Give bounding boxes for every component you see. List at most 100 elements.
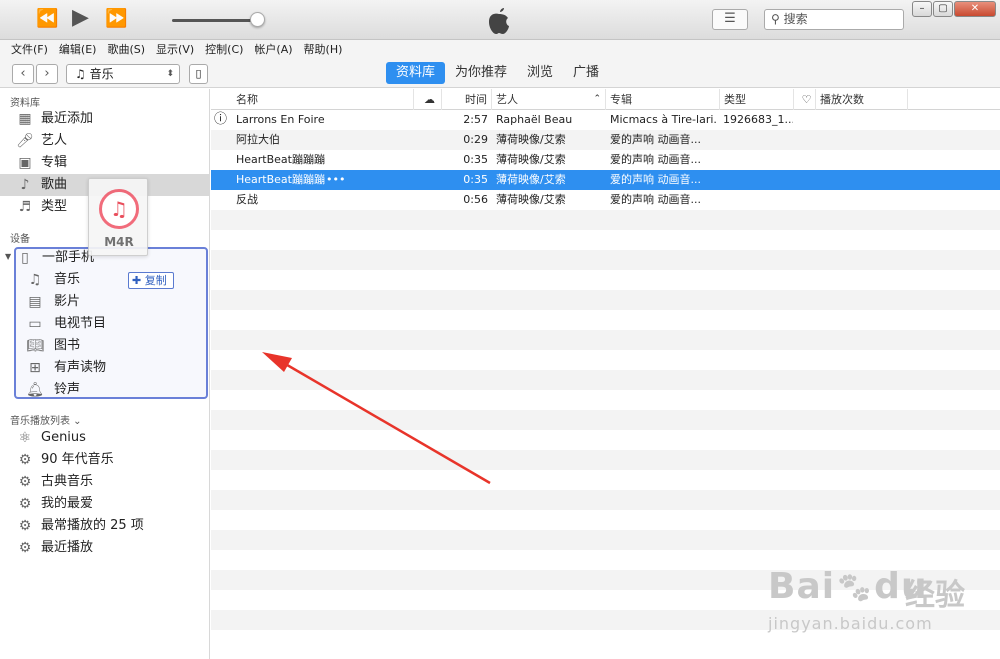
device-item-movies[interactable]: ▤ 影片 xyxy=(16,291,206,313)
search-input[interactable]: ⚲ 搜索 xyxy=(764,9,904,30)
sidebar-item-albums[interactable]: ▣ 专辑 xyxy=(0,152,209,174)
nav-bar: ‹ › ♫ 音乐 ⬍ ▯ 资料库 为你推荐 浏览 广播 xyxy=(0,60,1000,88)
apple-logo-icon xyxy=(489,8,509,34)
device-drop-highlight: ▯ 一部手机 ♫ 音乐 ▤ 影片 ▭ 电视节目 📖︎ 图书 ⊞ 有声读物 🔔︎ … xyxy=(14,247,208,399)
col-time[interactable]: 时间 xyxy=(442,89,492,110)
empty-row xyxy=(211,490,1000,510)
table-row[interactable]: ⓘ Larrons En Foire 2:57 Raphaël Beau Mic… xyxy=(211,110,1000,130)
empty-row xyxy=(211,250,1000,270)
plus-icon: ✚ xyxy=(132,274,142,287)
playlists-section-title[interactable]: 音乐播放列表 ⌄ xyxy=(10,412,82,427)
more-options-icon[interactable]: ••• xyxy=(326,170,346,190)
paw-icon: 🐾︎ xyxy=(835,571,875,606)
device-item-music[interactable]: ♫ 音乐 xyxy=(16,269,206,291)
baidu-jingyan-watermark: Bai🐾︎du 经验 jingyan.baidu.com xyxy=(768,566,965,633)
copy-badge: ✚ 复制 xyxy=(128,272,174,289)
back-button[interactable]: ‹ xyxy=(12,64,34,84)
sidebar-item-recent[interactable]: ▦ 最近添加 xyxy=(0,108,209,130)
sidebar-item-artists[interactable]: 🎤︎ 艺人 xyxy=(0,130,209,152)
col-artist[interactable]: 艺人 ⌃ xyxy=(492,89,606,110)
empty-row xyxy=(211,270,1000,290)
table-row-selected[interactable]: HeartBeat蹦蹦蹦 ••• 0:35 薄荷映像/艾索 爱的声响 动画音..… xyxy=(211,170,1000,190)
volume-knob[interactable] xyxy=(250,12,265,27)
device-item-ringtones[interactable]: 🔔︎ 铃声 xyxy=(16,379,206,401)
tv-icon: ▭ xyxy=(28,316,42,332)
table-header: 名称 ☁ 时间 艺人 ⌃ 专辑 类型 ♡ 播放次数 xyxy=(211,89,1000,110)
menu-view[interactable]: 显示(V) xyxy=(156,40,194,60)
playlist-favorites[interactable]: ⚙ 我的最爱 xyxy=(0,493,209,515)
maximize-button[interactable]: ▢ xyxy=(933,1,953,17)
book-icon: 📖︎ xyxy=(26,338,44,354)
microphone-icon: 🎤︎ xyxy=(16,133,34,149)
empty-row xyxy=(211,350,1000,370)
alert-icon: ⓘ xyxy=(214,112,228,127)
film-icon: ▤ xyxy=(28,294,42,310)
playlist-genius[interactable]: ⚛ Genius xyxy=(0,427,209,449)
sidebar: 资料库 ▦ 最近添加 🎤︎ 艺人 ▣ 专辑 ♪ 歌曲 ♬ 类型 设备 ▯ 一部手… xyxy=(0,89,210,659)
atom-icon: ⚛ xyxy=(18,430,32,446)
music-note-icon: ♫ xyxy=(99,189,139,229)
menu-edit[interactable]: 编辑(E) xyxy=(59,40,97,60)
genre-icon: ♬ xyxy=(18,199,32,215)
tab-browse[interactable]: 浏览 xyxy=(517,62,563,84)
menu-file[interactable]: 文件(F) xyxy=(11,40,48,60)
library-section-title: 资料库 xyxy=(10,98,40,109)
heart-icon[interactable]: ♡ xyxy=(794,89,816,110)
bell-icon: 🔔︎ xyxy=(26,382,44,398)
tab-for-you[interactable]: 为你推荐 xyxy=(445,62,517,84)
gear-icon: ⚙ xyxy=(18,496,32,512)
empty-row xyxy=(211,370,1000,390)
chevron-updown-icon: ⬍ xyxy=(166,69,174,79)
disclosure-triangle-icon[interactable]: ▼ xyxy=(5,252,11,261)
table-row[interactable]: HeartBeat蹦蹦蹦 0:35 薄荷映像/艾索 爱的声响 动画音... xyxy=(211,150,1000,170)
menu-bar: 文件(F) 编辑(E) 歌曲(S) 显示(V) 控制(C) 帐户(A) 帮助(H… xyxy=(0,40,1000,60)
menu-controls[interactable]: 控制(C) xyxy=(205,40,243,60)
audiobook-icon: ⊞ xyxy=(29,360,41,376)
playlist-recently-played[interactable]: ⚙ 最近播放 xyxy=(0,537,209,559)
rewind-icon[interactable]: ⏪ xyxy=(36,8,58,29)
phone-device-button[interactable]: ▯ xyxy=(189,64,208,84)
forward-button[interactable]: › xyxy=(36,64,58,84)
album-icon: ▣ xyxy=(18,155,32,171)
play-icon[interactable]: ▶ xyxy=(72,5,89,30)
playlist-90s[interactable]: ⚙ 90 年代音乐 xyxy=(0,449,209,471)
note-icon: ♪ xyxy=(20,177,30,193)
minimize-button[interactable]: – xyxy=(912,1,932,17)
gear-icon: ⚙ xyxy=(18,518,32,534)
menu-song[interactable]: 歌曲(S) xyxy=(107,40,145,60)
tab-library[interactable]: 资料库 xyxy=(386,62,446,84)
device-item-tv[interactable]: ▭ 电视节目 xyxy=(16,313,206,335)
volume-slider[interactable] xyxy=(172,19,260,22)
playlist-top-25[interactable]: ⚙ 最常播放的 25 项 xyxy=(0,515,209,537)
close-button[interactable]: ✕ xyxy=(954,1,996,17)
device-item-books[interactable]: 📖︎ 图书 xyxy=(16,335,206,357)
empty-row xyxy=(211,430,1000,450)
playlist-classical[interactable]: ⚙ 古典音乐 xyxy=(0,471,209,493)
fast-forward-icon[interactable]: ⏩ xyxy=(105,8,127,29)
media-type-select[interactable]: ♫ 音乐 ⬍ xyxy=(66,64,180,84)
sort-ascending-icon: ⌃ xyxy=(593,94,601,104)
table-row[interactable]: 阿拉大伯 0:29 薄荷映像/艾索 爱的声响 动画音... xyxy=(211,130,1000,150)
library-tabs: 资料库 为你推荐 浏览 广播 xyxy=(386,62,609,84)
col-plays[interactable]: 播放次数 xyxy=(816,89,908,110)
cloud-icon[interactable]: ☁ xyxy=(414,89,442,110)
empty-row xyxy=(211,510,1000,530)
col-kind[interactable]: 类型 xyxy=(720,89,794,110)
menu-help[interactable]: 帮助(H) xyxy=(304,40,343,60)
up-next-button[interactable]: ☰ xyxy=(712,9,748,30)
note-icon: ♫ xyxy=(28,272,42,288)
table-row[interactable]: 反战 0:56 薄荷映像/艾索 爱的声响 动画音... xyxy=(211,190,1000,210)
empty-row xyxy=(211,230,1000,250)
empty-row xyxy=(211,530,1000,550)
player-toolbar: ⏪ ▶ ⏩ ☰ ⚲ 搜索 – ▢ ✕ xyxy=(0,0,1000,40)
col-album[interactable]: 专辑 xyxy=(606,89,720,110)
tab-radio[interactable]: 广播 xyxy=(563,62,609,84)
device-item-audiobooks[interactable]: ⊞ 有声读物 xyxy=(16,357,206,379)
gear-icon: ⚙ xyxy=(18,540,32,556)
phone-icon: ▯ xyxy=(21,250,29,266)
menu-account[interactable]: 帐户(A) xyxy=(254,40,292,60)
col-name[interactable]: 名称 xyxy=(232,89,414,110)
empty-row xyxy=(211,390,1000,410)
dragged-m4r-file[interactable]: ♫ M4R xyxy=(88,178,148,256)
empty-row xyxy=(211,210,1000,230)
